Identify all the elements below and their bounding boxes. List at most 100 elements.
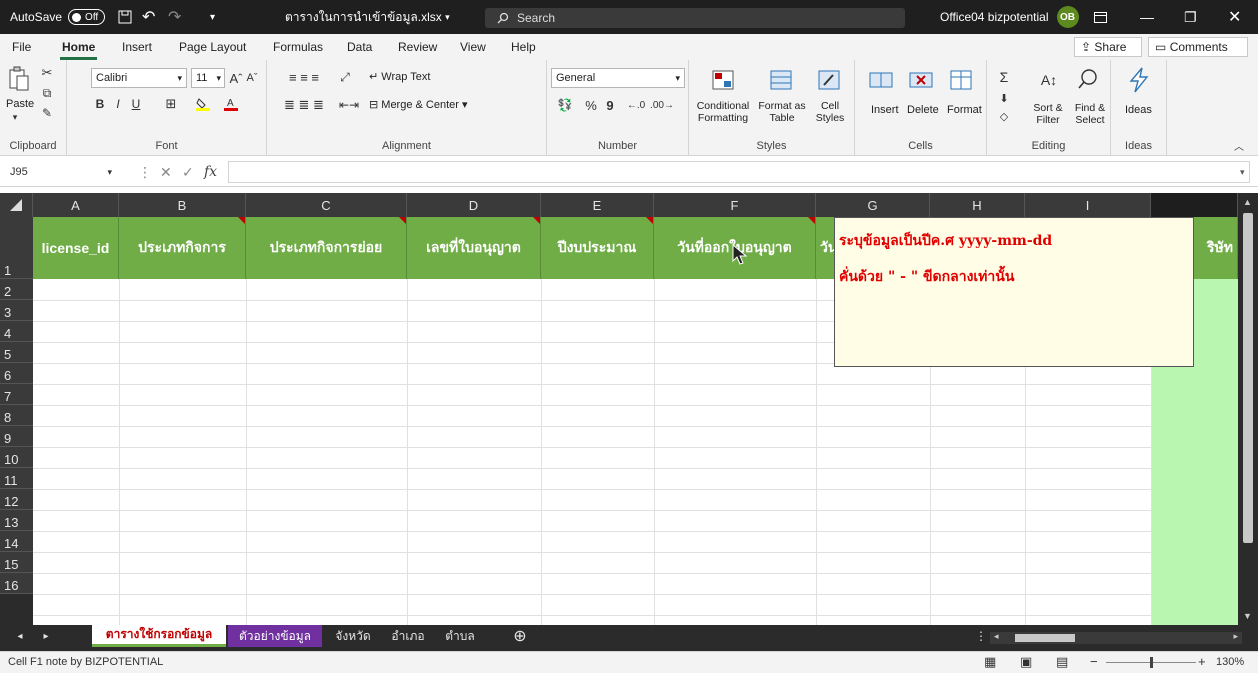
zoom-slider-thumb[interactable] (1150, 657, 1153, 668)
font-name-select[interactable]: Calibri ▾ (91, 68, 187, 88)
increase-decimal-icon[interactable]: ←.0 (625, 96, 647, 114)
row-header[interactable]: 8 (0, 405, 33, 426)
ideas-button[interactable]: Ideas (1125, 104, 1152, 116)
cancel-icon[interactable]: ✕ (160, 162, 172, 182)
decrease-font-icon[interactable]: Aˇ (245, 70, 259, 86)
fill-icon[interactable]: ⬇ (995, 90, 1013, 106)
file-name[interactable]: ตารางในการนำเข้าข้อมูล.xlsx ▾ (285, 0, 450, 34)
font-color-icon[interactable]: A (223, 96, 239, 112)
vertical-align-icons[interactable]: ≡ ≡ ≡ (277, 68, 331, 86)
clear-icon[interactable]: ◇ (995, 108, 1013, 124)
autosave[interactable]: AutoSave Off (10, 0, 106, 34)
row-header[interactable]: 15 (0, 552, 33, 573)
tab-split-icon[interactable]: ⋮ (975, 625, 987, 647)
column-header-d[interactable]: D (407, 193, 541, 217)
row-header[interactable]: 1 (0, 217, 33, 279)
tab-view[interactable]: View (460, 40, 486, 54)
name-box[interactable]: J95 ▾ (6, 162, 116, 182)
copy-icon[interactable]: ⧉ (40, 86, 54, 100)
row-header[interactable]: 10 (0, 447, 33, 468)
zoom-out-icon[interactable]: − (1090, 654, 1098, 669)
minimize-icon[interactable]: — (1140, 0, 1154, 34)
conditional-formatting-button[interactable]: Conditional Formatting (693, 100, 753, 124)
paste-icon[interactable] (8, 66, 36, 92)
merge-center-button[interactable]: ⊟ Merge & Center ▾ (369, 98, 468, 111)
tab-page-layout[interactable]: Page Layout (179, 40, 246, 54)
prev-sheet-icon[interactable]: ◂ (12, 625, 28, 647)
expand-formula-icon[interactable]: ▾ (1240, 162, 1245, 182)
row-header[interactable]: 4 (0, 321, 33, 342)
format-button[interactable]: Format (947, 104, 982, 116)
autosave-toggle[interactable]: Off (68, 9, 106, 25)
format-painter-icon[interactable]: ✎ (40, 106, 54, 120)
tab-formulas[interactable]: Formulas (273, 40, 323, 54)
insert-cells-icon[interactable] (867, 68, 895, 92)
horizontal-scrollbar[interactable]: ◂ ▸ (990, 631, 1242, 644)
row-header[interactable]: 2 (0, 279, 33, 300)
undo-icon[interactable]: ↶ (142, 0, 155, 34)
wrap-text-button[interactable]: ↵ Wrap Text (369, 70, 430, 83)
column-header-j[interactable] (1151, 193, 1238, 217)
delete-button[interactable]: Delete (907, 104, 939, 116)
vertical-scrollbar[interactable]: ▲ ▼ (1238, 193, 1258, 625)
horizontal-scroll-thumb[interactable] (1015, 634, 1075, 642)
cell-styles-icon[interactable] (815, 68, 843, 92)
column-header-f[interactable]: F (654, 193, 816, 217)
page-layout-view-icon[interactable]: ▣ (1020, 654, 1032, 670)
vertical-scroll-thumb[interactable] (1243, 213, 1253, 543)
decrease-decimal-icon[interactable]: .00→ (650, 96, 674, 114)
row-header[interactable]: 6 (0, 363, 33, 384)
format-table-icon[interactable] (767, 68, 795, 92)
format-as-table-button[interactable]: Format as Table (757, 100, 807, 124)
autosum-icon[interactable]: Σ (995, 68, 1013, 86)
add-sheet-button[interactable]: ⊕ (508, 625, 532, 647)
delete-cells-icon[interactable] (907, 68, 935, 92)
sheet-tab-example[interactable]: ตัวอย่างข้อมูล (228, 625, 322, 647)
header-cell-a1[interactable]: license_id (33, 217, 119, 279)
column-header-i[interactable]: I (1025, 193, 1151, 217)
conditional-formatting-icon[interactable] (709, 68, 737, 92)
header-cell-d1[interactable]: เลขที่ใบอนุญาต (407, 217, 541, 279)
tab-data[interactable]: Data (347, 40, 372, 54)
select-all-corner[interactable] (0, 193, 33, 217)
collapse-ribbon-icon[interactable]: ︿ (1232, 138, 1246, 153)
tab-help[interactable]: Help (511, 40, 536, 54)
tab-home[interactable]: Home (59, 40, 98, 60)
row-header[interactable]: 9 (0, 426, 33, 447)
font-size-select[interactable]: 11 ▾ (191, 68, 225, 88)
enter-icon[interactable]: ✓ (182, 162, 194, 182)
column-header-e[interactable]: E (541, 193, 654, 217)
paste-label[interactable]: Paste (6, 98, 34, 110)
header-cell-b1[interactable]: ประเภทกิจการ (119, 217, 246, 279)
ideas-icon[interactable] (1125, 66, 1153, 94)
tab-review[interactable]: Review (398, 40, 437, 54)
redo-icon[interactable]: ↷ (168, 0, 181, 34)
header-cell-c1[interactable]: ประเภทกิจการย่อย (246, 217, 407, 279)
scroll-up-icon[interactable]: ▲ (1243, 197, 1252, 207)
orientation-icon[interactable]: ⤢ (335, 68, 355, 86)
sheet-tab-input[interactable]: ตารางใช้กรอกข้อมูล (92, 625, 226, 647)
find-icon[interactable] (1075, 66, 1101, 92)
scroll-left-icon[interactable]: ◂ (994, 631, 999, 642)
paste-dropdown-icon[interactable]: ▾ (10, 112, 20, 122)
format-cells-icon[interactable] (947, 68, 975, 92)
column-header-c[interactable]: C (246, 193, 407, 217)
zoom-level[interactable]: 130% (1216, 656, 1244, 668)
percent-button[interactable]: % (583, 96, 599, 114)
sheet-tab-subdistrict[interactable]: ตำบล (436, 625, 484, 647)
search-box[interactable]: Search (485, 8, 905, 28)
bold-button[interactable]: B (93, 96, 107, 112)
insert-button[interactable]: Insert (871, 104, 899, 116)
row-header[interactable]: 7 (0, 384, 33, 405)
cell-note[interactable]: ระบุข้อมูลเป็นปีค.ศ yyyy-mm-dd คั่นด้วย … (834, 217, 1194, 367)
next-sheet-icon[interactable]: ▸ (38, 625, 54, 647)
underline-button[interactable]: U (129, 96, 143, 112)
column-header-a[interactable]: A (33, 193, 119, 217)
header-cell-e1[interactable]: ปีงบประมาณ (541, 217, 654, 279)
number-format-select[interactable]: General ▾ (551, 68, 685, 88)
restore-icon[interactable]: ❐ (1184, 0, 1197, 34)
scroll-down-icon[interactable]: ▼ (1243, 611, 1252, 621)
fill-color-icon[interactable] (195, 96, 211, 112)
row-header[interactable]: 16 (0, 573, 33, 594)
tab-insert[interactable]: Insert (122, 40, 152, 54)
